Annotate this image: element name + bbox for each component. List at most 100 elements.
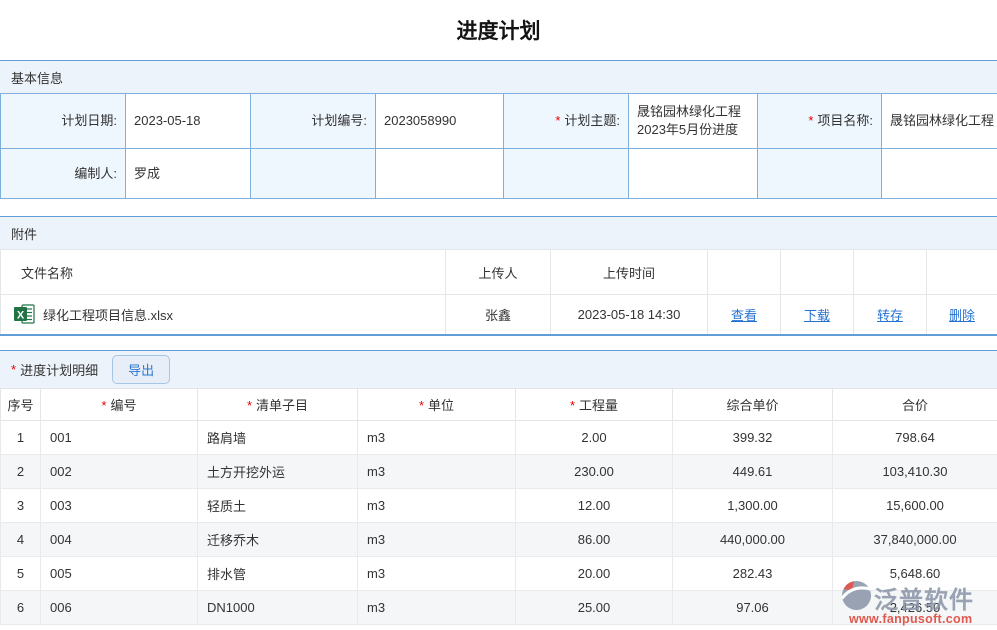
row-quantity: 2.00 — [516, 420, 673, 454]
attachments-header-row: 文件名称 上传人 上传时间 — [1, 250, 997, 295]
row-item: 排水管 — [198, 556, 358, 590]
table-row: 6 006 DN1000 m3 25.00 97.06 2,426.50 — [1, 590, 997, 624]
table-row: 4 004 迁移乔木 m3 86.00 440,000.00 37,840,00… — [1, 522, 997, 556]
delete-link[interactable]: 删除 — [949, 308, 975, 323]
col-header-code: *编号 — [41, 388, 198, 420]
row-unit-price: 440,000.00 — [673, 522, 833, 556]
row-quantity: 230.00 — [516, 454, 673, 488]
row-index: 3 — [1, 488, 41, 522]
row-total: 15,600.00 — [833, 488, 997, 522]
basic-info-form: 计划日期: 2023-05-18 计划编号: 2023058990 *计划主题:… — [0, 93, 997, 199]
required-marker: * — [419, 398, 424, 413]
compiler-value: 罗成 — [126, 149, 251, 199]
row-quantity: 12.00 — [516, 488, 673, 522]
basic-info-section-header: 基本信息 — [0, 60, 997, 93]
required-marker: * — [247, 398, 252, 413]
attachment-row: X 绿化工程项目信息.xlsx 张鑫 2023-05-18 14:30 查看 下… — [1, 295, 997, 335]
upload-time-column-header: 上传时间 — [551, 250, 708, 295]
plan-date-label: 计划日期: — [1, 94, 126, 149]
row-index: 1 — [1, 420, 41, 454]
row-code: 005 — [41, 556, 198, 590]
row-unit-price: 97.06 — [673, 590, 833, 624]
row-unit: m3 — [358, 420, 516, 454]
table-row: 2 002 土方开挖外运 m3 230.00 449.61 103,410.30 — [1, 454, 997, 488]
row-index: 6 — [1, 590, 41, 624]
row-item: 土方开挖外运 — [198, 454, 358, 488]
row-item: 迁移乔木 — [198, 522, 358, 556]
page-title: 进度计划 — [0, 0, 997, 60]
uploader-column-header: 上传人 — [446, 250, 551, 295]
row-total: 37,840,000.00 — [833, 522, 997, 556]
row-unit-price: 449.61 — [673, 454, 833, 488]
row-item: DN1000 — [198, 590, 358, 624]
required-marker: * — [11, 362, 16, 377]
basic-info-section-title: 基本信息 — [11, 68, 63, 87]
row-total: 103,410.30 — [833, 454, 997, 488]
row-quantity: 20.00 — [516, 556, 673, 590]
detail-section-header: * 进度计划明细 导出 — [0, 350, 997, 388]
empty-label-cell — [251, 149, 376, 199]
col-header-quantity: *工程量 — [516, 388, 673, 420]
row-total: 798.64 — [833, 420, 997, 454]
attachment-uploader: 张鑫 — [446, 295, 551, 335]
row-code: 004 — [41, 522, 198, 556]
row-unit-price: 1,300.00 — [673, 488, 833, 522]
page: 进度计划 基本信息 计划日期: 2023-05-18 计划编号: 2023058… — [0, 0, 997, 630]
plan-number-value: 2023058990 — [376, 94, 504, 149]
detail-header-row: 序号 *编号 *清单子目 *单位 *工程量 综合单价 合价 — [1, 388, 997, 420]
row-unit: m3 — [358, 522, 516, 556]
empty-value-cell — [629, 149, 758, 199]
row-unit-price: 282.43 — [673, 556, 833, 590]
file-name-column-header: 文件名称 — [1, 250, 446, 295]
export-button[interactable]: 导出 — [112, 355, 170, 384]
empty-value-cell — [376, 149, 504, 199]
attachments-table: 文件名称 上传人 上传时间 X — [0, 249, 997, 336]
download-link[interactable]: 下载 — [804, 308, 830, 323]
row-index: 4 — [1, 522, 41, 556]
view-link[interactable]: 查看 — [731, 308, 757, 323]
row-quantity: 25.00 — [516, 590, 673, 624]
attachment-file: X 绿化工程项目信息.xlsx — [2, 304, 444, 324]
action-column-header — [781, 250, 854, 295]
table-row: 3 003 轻质土 m3 12.00 1,300.00 15,600.00 — [1, 488, 997, 522]
col-header-total: 合价 — [833, 388, 997, 420]
row-code: 002 — [41, 454, 198, 488]
row-code: 006 — [41, 590, 198, 624]
detail-table: 序号 *编号 *清单子目 *单位 *工程量 综合单价 合价 1 001 路肩墙 … — [0, 388, 997, 625]
row-unit: m3 — [358, 454, 516, 488]
row-code: 003 — [41, 488, 198, 522]
excel-file-icon: X — [14, 304, 35, 324]
col-header-unit: *单位 — [358, 388, 516, 420]
required-marker: * — [570, 398, 575, 413]
row-unit: m3 — [358, 590, 516, 624]
transfer-link[interactable]: 转存 — [877, 308, 903, 323]
project-name-label: *项目名称: — [758, 94, 882, 149]
col-header-index: 序号 — [1, 388, 41, 420]
table-row: 1 001 路肩墙 m3 2.00 399.32 798.64 — [1, 420, 997, 454]
empty-label-cell — [504, 149, 629, 199]
empty-label-cell — [758, 149, 882, 199]
row-unit: m3 — [358, 488, 516, 522]
col-header-item: *清单子目 — [198, 388, 358, 420]
row-quantity: 86.00 — [516, 522, 673, 556]
row-unit: m3 — [358, 556, 516, 590]
table-row: 5 005 排水管 m3 20.00 282.43 5,648.60 — [1, 556, 997, 590]
detail-section-title: 进度计划明细 — [20, 360, 98, 379]
row-total: 2,426.50 — [833, 590, 997, 624]
svg-text:X: X — [17, 310, 25, 322]
plan-subject-label: *计划主题: — [504, 94, 629, 149]
attachments-section-header: 附件 — [0, 216, 997, 249]
project-name-value: 晟铭园林绿化工程 — [882, 94, 997, 149]
action-column-header — [708, 250, 781, 295]
plan-number-label: 计划编号: — [251, 94, 376, 149]
row-index: 2 — [1, 454, 41, 488]
required-marker: * — [101, 398, 106, 413]
attachment-file-name: 绿化工程项目信息.xlsx — [43, 305, 173, 324]
plan-subject-value: 晟铭园林绿化工程2023年5月份进度 — [629, 94, 758, 149]
attachments-section-title: 附件 — [11, 224, 37, 243]
row-code: 001 — [41, 420, 198, 454]
empty-value-cell — [882, 149, 997, 199]
plan-date-value: 2023-05-18 — [126, 94, 251, 149]
row-item: 轻质土 — [198, 488, 358, 522]
row-unit-price: 399.32 — [673, 420, 833, 454]
